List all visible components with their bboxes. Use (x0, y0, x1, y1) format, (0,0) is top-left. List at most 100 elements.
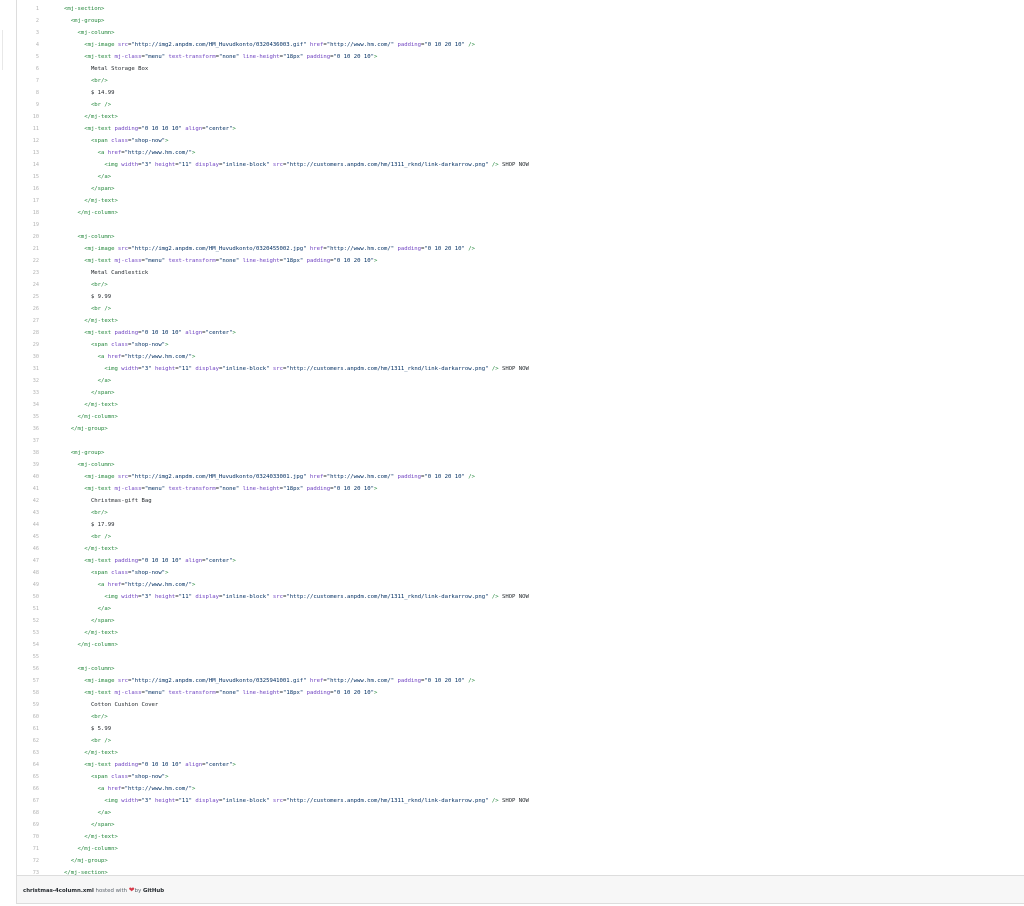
code-token: padding (397, 246, 422, 252)
line-number[interactable]: 36 (17, 423, 39, 435)
line-number[interactable]: 45 (17, 531, 39, 543)
line-number[interactable]: 59 (17, 699, 39, 711)
line-number[interactable]: 34 (17, 399, 39, 411)
code-line: 34 </mj-text> (17, 399, 1024, 411)
code-token: class (111, 570, 128, 576)
line-number[interactable]: 16 (17, 183, 39, 195)
line-number[interactable]: 69 (17, 819, 39, 831)
line-number[interactable]: 27 (17, 315, 39, 327)
line-number[interactable]: 54 (17, 639, 39, 651)
line-number[interactable]: 14 (17, 159, 39, 171)
code-text: </a> (64, 171, 111, 183)
line-number[interactable]: 18 (17, 207, 39, 219)
code-token: line-height (242, 486, 280, 492)
code-token: height (154, 366, 176, 372)
code-token: <a (64, 786, 108, 792)
line-number[interactable]: 44 (17, 519, 39, 531)
line-number[interactable]: 26 (17, 303, 39, 315)
line-number[interactable]: 67 (17, 795, 39, 807)
line-number[interactable]: 21 (17, 243, 39, 255)
line-number[interactable]: 61 (17, 723, 39, 735)
line-number[interactable]: 6 (17, 63, 39, 75)
line-number[interactable]: 11 (17, 123, 39, 135)
line-number[interactable]: 38 (17, 447, 39, 459)
line-number[interactable]: 32 (17, 375, 39, 387)
line-number[interactable]: 8 (17, 87, 39, 99)
line-number[interactable]: 22 (17, 255, 39, 267)
line-number[interactable]: 58 (17, 687, 39, 699)
code-token: "shop-now" (131, 138, 166, 144)
line-number[interactable]: 51 (17, 603, 39, 615)
code-token: <mj-column> (64, 462, 115, 468)
line-number[interactable]: 64 (17, 759, 39, 771)
line-number[interactable]: 46 (17, 543, 39, 555)
line-number[interactable]: 12 (17, 135, 39, 147)
line-number[interactable]: 33 (17, 387, 39, 399)
code-token: href (107, 354, 122, 360)
line-number[interactable]: 50 (17, 591, 39, 603)
line-number[interactable]: 39 (17, 459, 39, 471)
code-token: /> (488, 366, 499, 372)
line-number[interactable]: 28 (17, 327, 39, 339)
line-number[interactable]: 10 (17, 111, 39, 123)
line-number[interactable]: 53 (17, 627, 39, 639)
code-text: <br/> (64, 279, 108, 291)
line-number[interactable]: 9 (17, 99, 39, 111)
line-number[interactable]: 29 (17, 339, 39, 351)
github-link[interactable]: GitHub (143, 888, 164, 894)
code-line: 61 $ 5.99 (17, 723, 1024, 735)
code-text: <span class="shop-now"> (64, 567, 169, 579)
line-number[interactable]: 47 (17, 555, 39, 567)
line-number[interactable]: 4 (17, 39, 39, 51)
code-token: "none" (218, 54, 240, 60)
code-text: <mj-text mj-class="menu" text-transform=… (64, 51, 377, 63)
line-number[interactable]: 63 (17, 747, 39, 759)
line-number[interactable]: 13 (17, 147, 39, 159)
line-number[interactable]: 49 (17, 579, 39, 591)
line-number[interactable]: 52 (17, 615, 39, 627)
line-number[interactable]: 55 (17, 651, 39, 663)
line-number[interactable]: 70 (17, 831, 39, 843)
line-number[interactable]: 37 (17, 435, 39, 447)
line-number[interactable]: 20 (17, 231, 39, 243)
line-number[interactable]: 65 (17, 771, 39, 783)
line-number[interactable]: 48 (17, 567, 39, 579)
line-number[interactable]: 25 (17, 291, 39, 303)
code-text: </mj-text> (64, 747, 118, 759)
line-number[interactable]: 42 (17, 495, 39, 507)
code-token: SHOP NOW (498, 798, 529, 804)
code-token: <mj-column> (64, 666, 115, 672)
code-line: 17 </mj-text> (17, 195, 1024, 207)
line-number[interactable]: 40 (17, 471, 39, 483)
code-token: </mj-text> (64, 546, 118, 552)
line-number[interactable]: 17 (17, 195, 39, 207)
line-number[interactable]: 15 (17, 171, 39, 183)
line-number[interactable]: 23 (17, 267, 39, 279)
code-token: "0 10 10 10" (141, 330, 182, 336)
line-number[interactable]: 5 (17, 51, 39, 63)
line-number[interactable]: 66 (17, 783, 39, 795)
line-number[interactable]: 3 (17, 27, 39, 39)
line-number[interactable]: 57 (17, 675, 39, 687)
line-number[interactable]: 30 (17, 351, 39, 363)
line-number[interactable]: 60 (17, 711, 39, 723)
line-number[interactable]: 72 (17, 855, 39, 867)
line-number[interactable]: 62 (17, 735, 39, 747)
line-number[interactable]: 2 (17, 15, 39, 27)
line-number[interactable]: 35 (17, 411, 39, 423)
line-number[interactable]: 68 (17, 807, 39, 819)
line-number[interactable]: 41 (17, 483, 39, 495)
line-number[interactable]: 19 (17, 219, 39, 231)
line-number[interactable]: 56 (17, 663, 39, 675)
line-number[interactable]: 7 (17, 75, 39, 87)
line-number[interactable]: 24 (17, 279, 39, 291)
code-line: 21 <mj-image src="http://img2.anpdm.com/… (17, 243, 1024, 255)
line-number[interactable]: 1 (17, 3, 39, 15)
code-token: $ 5.99 (64, 726, 112, 732)
gist-filename-link[interactable]: christmas-4column.xml (23, 888, 94, 894)
line-number[interactable]: 43 (17, 507, 39, 519)
line-number[interactable]: 31 (17, 363, 39, 375)
code-line: 14 <img width="3" height="11" display="i… (17, 159, 1024, 171)
code-token: "http://img2.anpdm.com/HM_Huvudkonto/032… (131, 246, 307, 252)
line-number[interactable]: 71 (17, 843, 39, 855)
